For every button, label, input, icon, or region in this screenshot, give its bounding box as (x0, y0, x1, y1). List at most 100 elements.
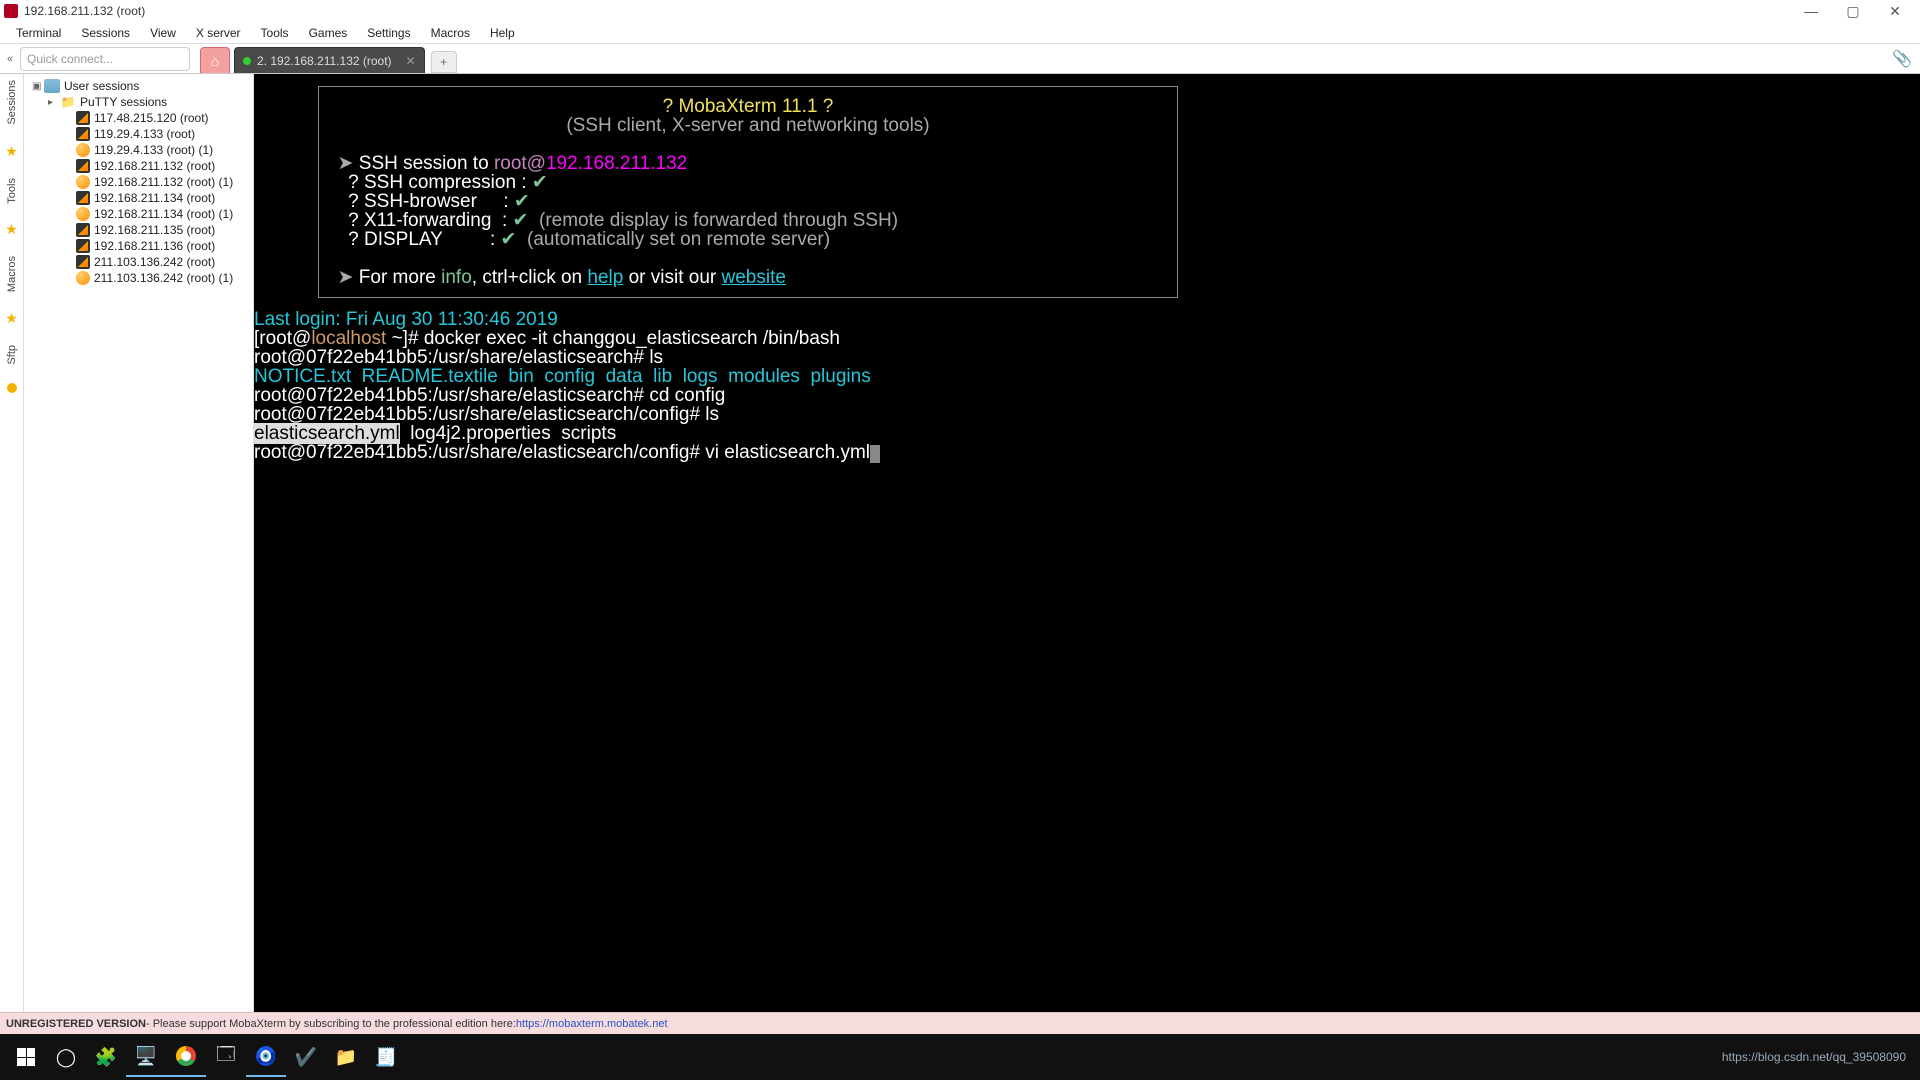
terminal-output: Last login: Fri Aug 30 11:30:46 2019 [ro… (254, 298, 1920, 463)
taskbar-file-explorer[interactable]: 📁 (326, 1037, 366, 1077)
taskbar-app[interactable]: 🗔 (206, 1037, 246, 1077)
session-item-label: 192.168.211.134 (root) (1) (94, 207, 233, 221)
session-alt-icon (76, 271, 90, 285)
taskbar-app[interactable]: 🖥️ (126, 1037, 166, 1077)
cortana-button[interactable]: ◯ (46, 1037, 86, 1077)
start-button[interactable] (6, 1037, 46, 1077)
prompt: root@07f22eb41bb5:/usr/share/elasticsear… (254, 404, 705, 425)
session-item[interactable]: 117.48.215.120 (root) (26, 110, 251, 126)
sessions-sidebar[interactable]: ▣ User sessions ▸ PuTTY sessions 117.48.… (24, 74, 254, 1012)
menu-help[interactable]: Help (480, 26, 525, 40)
terminal-pane[interactable]: ? MobaXterm 11.1 ?(SSH client, X-server … (254, 74, 1920, 1012)
cmd-cd: cd config (649, 385, 725, 406)
session-item[interactable]: 211.103.136.242 (root) (1) (26, 270, 251, 286)
session-alt-icon (76, 175, 90, 189)
session-item[interactable]: 211.103.136.242 (root) (26, 254, 251, 270)
left-tab-sessions[interactable]: Sessions (6, 80, 18, 125)
folder-icon (44, 79, 60, 93)
minimize-button[interactable]: — (1790, 3, 1832, 19)
tree-root-label: User sessions (64, 79, 139, 93)
session-item[interactable]: 192.168.211.132 (root) (26, 158, 251, 174)
menu-settings[interactable]: Settings (357, 26, 420, 40)
help-link[interactable]: help (587, 267, 623, 288)
ssh-session-label: SSH session to (359, 153, 494, 174)
tree-root[interactable]: ▣ User sessions (26, 78, 251, 94)
session-item-label: 192.168.211.134 (root) (94, 191, 215, 205)
sidebar-star-icon[interactable]: ★ (5, 143, 18, 160)
menu-tools[interactable]: Tools (251, 26, 299, 40)
cmd-vi: vi elasticsearch.yml (705, 442, 870, 463)
maximize-button[interactable]: ▢ (1832, 3, 1874, 20)
session-item[interactable]: 192.168.211.134 (root) (26, 190, 251, 206)
cursor-block (870, 445, 880, 463)
prompt: root@07f22eb41bb5:/usr/share/elasticsear… (254, 385, 649, 406)
more-text2: , ctrl+click on (472, 267, 588, 288)
sidebar-star-icon[interactable]: ★ (5, 221, 18, 238)
website-link[interactable]: website (722, 267, 786, 288)
prompt-host: localhost (311, 328, 386, 349)
more-text3: or visit our (623, 267, 721, 288)
session-ssh-icon (76, 191, 90, 205)
display-row: ? DISPLAY : (348, 229, 500, 250)
sidebar-star-icon[interactable]: ★ (5, 310, 18, 327)
upgrade-link[interactable]: https://mobaxterm.mobatek.net (516, 1018, 668, 1030)
windows-logo-icon (17, 1048, 35, 1066)
quick-connect-input[interactable]: Quick connect... (20, 47, 190, 71)
display-note: (automatically set on remote server) (516, 229, 830, 250)
last-login: Last login: Fri Aug 30 11:30:46 2019 (254, 309, 558, 330)
session-ssh-icon (76, 159, 90, 173)
x11-row: ? X11-forwarding : (348, 210, 512, 231)
motd-box: ? MobaXterm 11.1 ?(SSH client, X-server … (318, 86, 1178, 298)
ssh-compression-row: ? SSH compression : (348, 172, 532, 193)
paperclip-icon[interactable]: 📎 (1892, 49, 1912, 69)
tab-close-button[interactable]: ✕ (406, 54, 416, 68)
motd-title: ? MobaXterm 11.1 ? (327, 97, 1169, 116)
new-tab-button[interactable]: + (431, 51, 457, 73)
file-rest: log4j2.properties scripts (400, 423, 617, 444)
left-tab-tools[interactable]: Tools (6, 178, 18, 204)
window-titlebar: 192.168.211.132 (root) — ▢ ✕ (0, 0, 1920, 22)
prompt: root@07f22eb41bb5:/usr/share/elasticsear… (254, 347, 649, 368)
session-item[interactable]: 192.168.211.136 (root) (26, 238, 251, 254)
left-tab-macros[interactable]: Macros (6, 256, 18, 292)
close-button[interactable]: ✕ (1874, 3, 1916, 20)
home-icon: ⌂ (211, 53, 219, 69)
menu-x-server[interactable]: X server (186, 26, 251, 40)
watermark-text: https://blog.csdn.net/qq_39508090 (1722, 1050, 1906, 1064)
sidebar-dot-icon (7, 383, 17, 393)
taskbar-app[interactable]: 🧿 (246, 1037, 286, 1077)
session-item[interactable]: 119.29.4.133 (root) (26, 126, 251, 142)
session-tab-label: 2. 192.168.211.132 (root) (257, 54, 392, 68)
menu-games[interactable]: Games (299, 26, 358, 40)
ssh-user: root@ (494, 153, 546, 174)
menu-terminal[interactable]: Terminal (6, 26, 71, 40)
menu-sessions[interactable]: Sessions (71, 26, 140, 40)
home-tab[interactable]: ⌂ (200, 47, 230, 73)
session-item[interactable]: 192.168.211.134 (root) (1) (26, 206, 251, 222)
prompt: [root@ (254, 328, 311, 349)
menu-macros[interactable]: Macros (421, 26, 480, 40)
more-text: For more (359, 267, 441, 288)
session-ssh-icon (76, 239, 90, 253)
session-tab[interactable]: 2. 192.168.211.132 (root) ✕ (234, 47, 425, 73)
taskbar-app[interactable]: 🧾 (366, 1037, 406, 1077)
menu-view[interactable]: View (140, 26, 186, 40)
taskbar-app[interactable]: ✔️ (286, 1037, 326, 1077)
session-item[interactable]: 192.168.211.135 (root) (26, 222, 251, 238)
sidebar-collapse-button[interactable]: « (0, 53, 20, 65)
ssh-host: 192.168.211.132 (546, 153, 687, 174)
session-item-label: 119.29.4.133 (root) (1) (94, 143, 213, 157)
session-ssh-icon (76, 223, 90, 237)
left-tab-sftp[interactable]: Sftp (6, 345, 18, 365)
taskbar-app[interactable]: 🧩 (86, 1037, 126, 1077)
session-item-label: 211.103.136.242 (root) (94, 255, 215, 269)
session-item[interactable]: 192.168.211.132 (root) (1) (26, 174, 251, 190)
tree-putty[interactable]: ▸ PuTTY sessions (26, 94, 251, 110)
session-ssh-icon (76, 127, 90, 141)
taskbar-chrome[interactable] (166, 1037, 206, 1077)
info-word: info (441, 267, 472, 288)
tree-putty-label: PuTTY sessions (80, 95, 167, 109)
session-item[interactable]: 119.29.4.133 (root) (1) (26, 142, 251, 158)
toolbar-row: « Quick connect... ⌂ 2. 192.168.211.132 … (0, 44, 1920, 74)
prompt: root@07f22eb41bb5:/usr/share/elasticsear… (254, 442, 705, 463)
